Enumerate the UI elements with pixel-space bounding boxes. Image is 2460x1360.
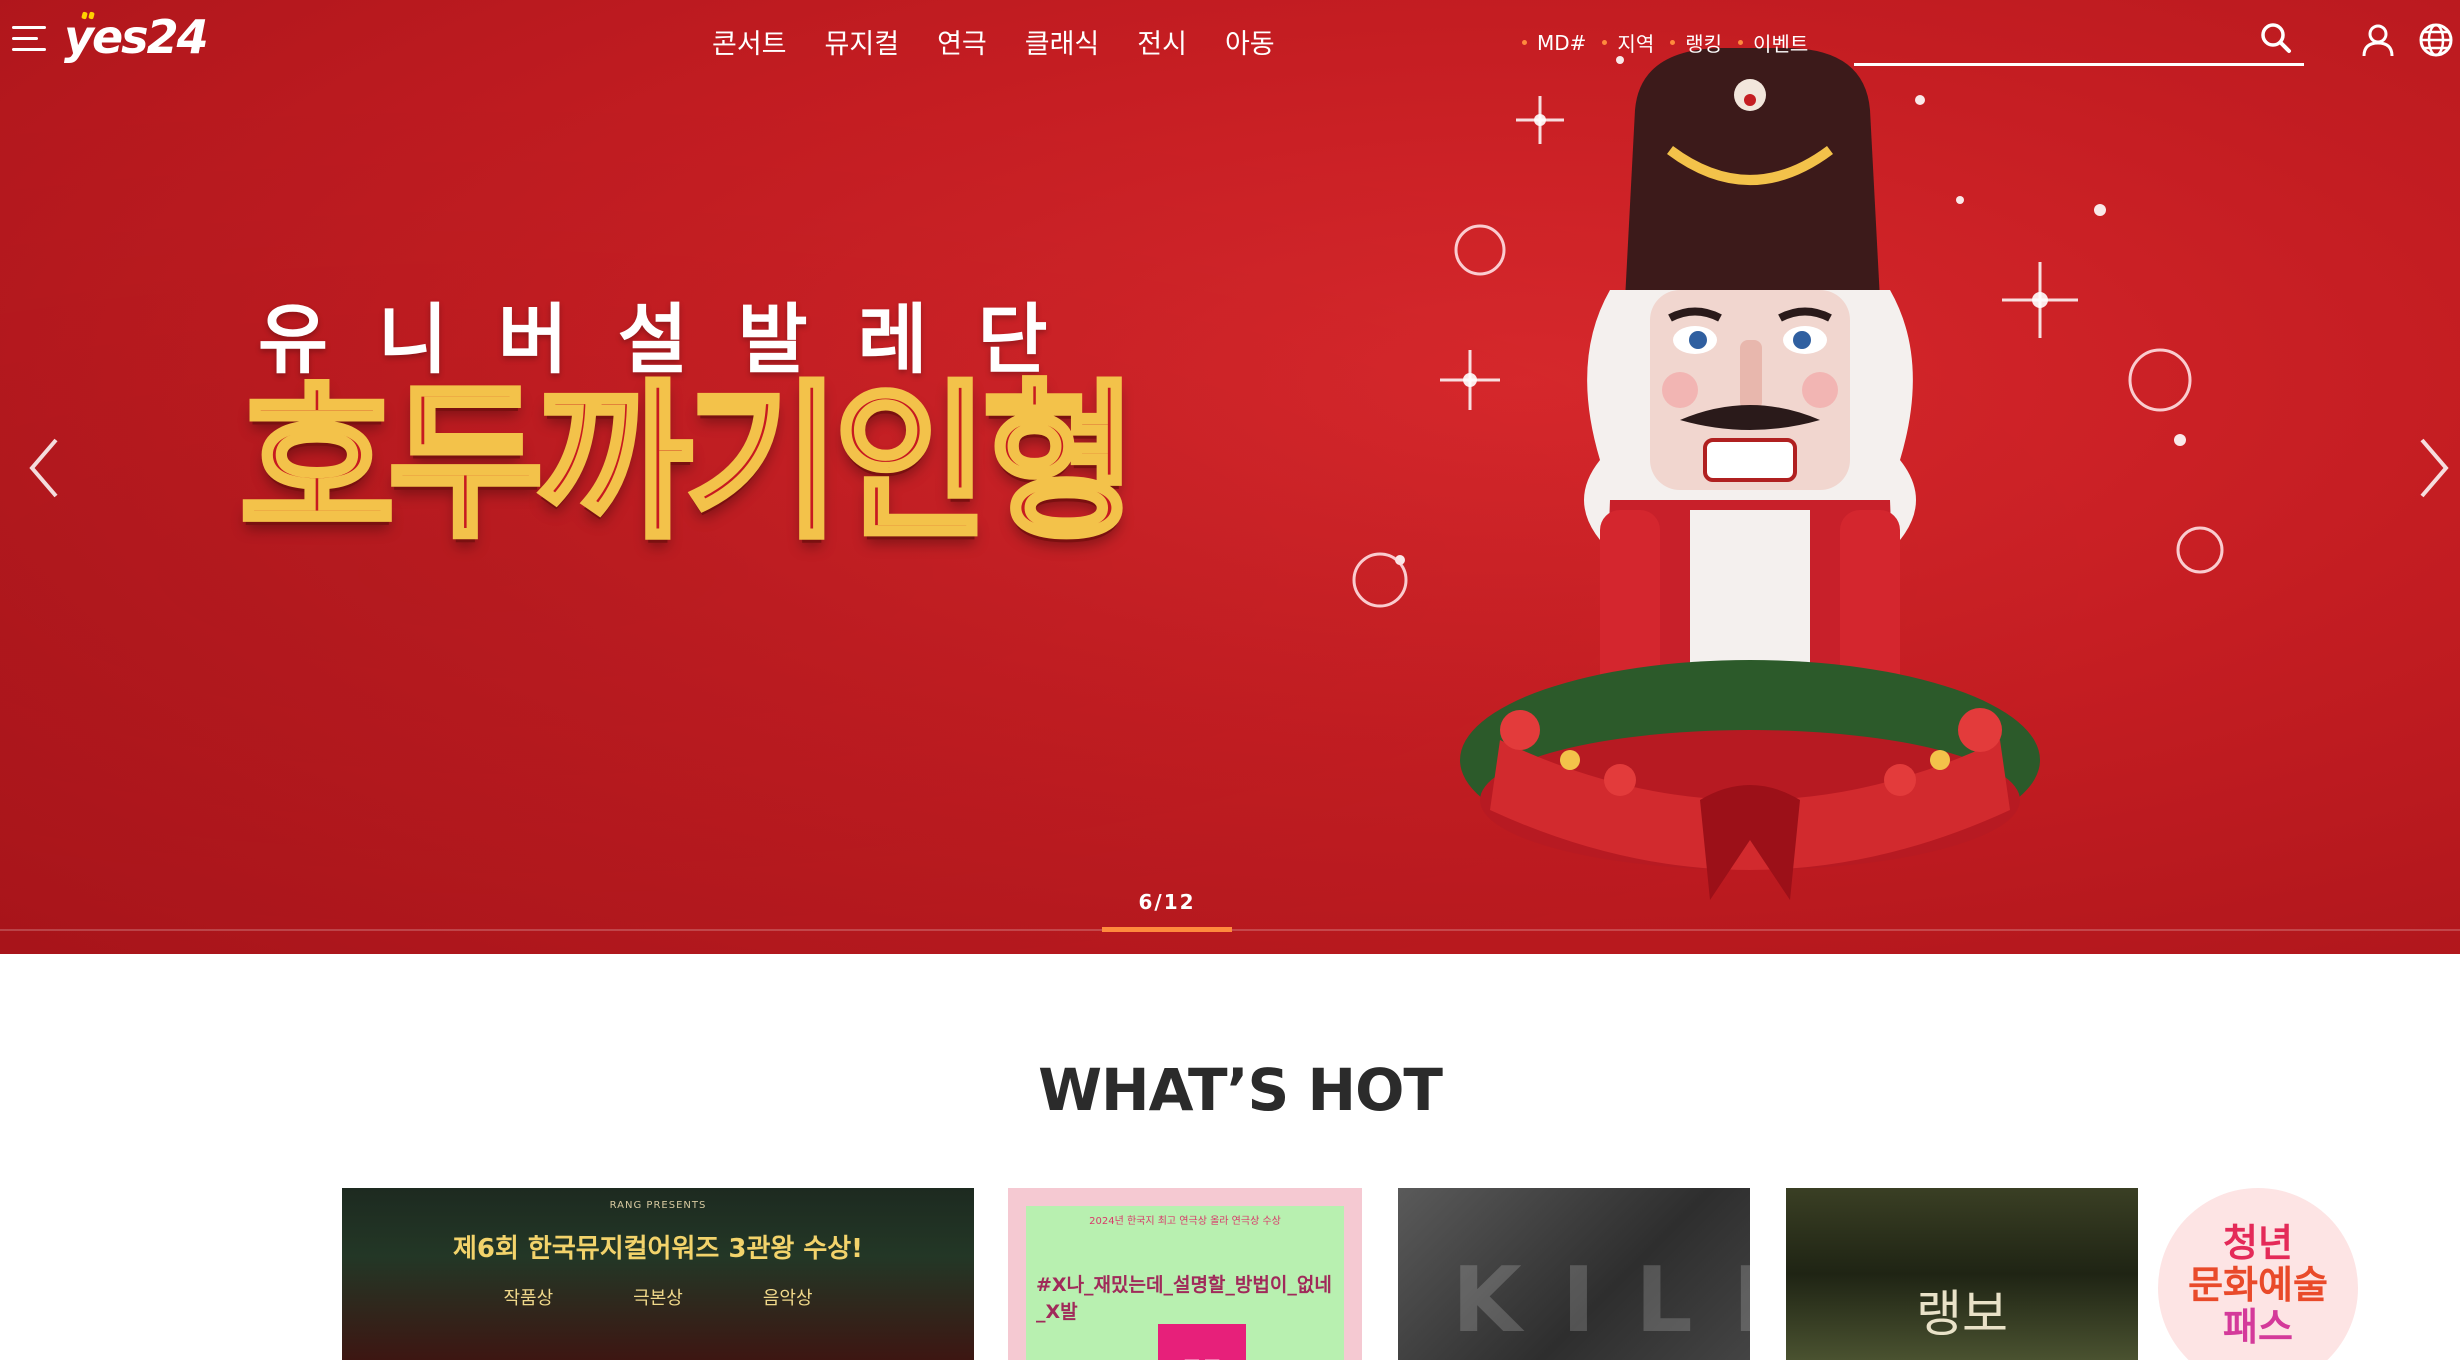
card-awards: 작품상 극본상 음악상 [342, 1284, 974, 1310]
card-presenter: RANG PRESENTS [609, 1200, 707, 1211]
award-label: 음악상 [762, 1288, 813, 1309]
award-label: 작품상 [503, 1288, 554, 1309]
search-input[interactable] [1854, 20, 2234, 60]
hot-card[interactable]: 랭보 [1786, 1188, 2138, 1360]
card-poster: 2024년 한국지 최고 연극상 올라 연극상 수상 #X나_재밌는데_설명할_… [1026, 1206, 1344, 1360]
next-slide-arrow-icon[interactable] [2414, 428, 2454, 508]
pass-line: 패스 [2223, 1305, 2293, 1349]
pass-text: 청년 문화예술 패스 [2158, 1222, 2358, 1348]
subnav-item-ranking[interactable]: 랭킹 [1670, 28, 1722, 57]
section-title: WHAT’S HOT [1038, 1056, 1443, 1124]
menu-icon[interactable] [12, 26, 46, 52]
banner-title: 호두까기인형 [237, 363, 1140, 561]
card-header: 2024년 한국지 최고 연극상 올라 연극상 수상 [1089, 1216, 1281, 1227]
sub-nav: MD# 지역 랭킹 이벤트 [1522, 28, 1808, 57]
nav-item-classic[interactable]: 클래식 [1025, 22, 1100, 61]
card-hashtag: #X나_재밌는데_설명할_방법이_없네_X발 [1036, 1274, 1332, 1323]
nav-item-play[interactable]: 연극 [937, 22, 987, 61]
search-icon[interactable] [2260, 22, 2292, 54]
nav-item-concert[interactable]: 콘서트 [712, 22, 787, 61]
globe-icon[interactable] [2418, 22, 2454, 58]
youth-culture-pass-badge[interactable]: 청년 문화예술 패스 [2158, 1188, 2358, 1360]
subnav-item-md[interactable]: MD# [1522, 31, 1586, 55]
user-icon[interactable] [2360, 22, 2396, 58]
pager-progress [1102, 927, 1232, 932]
subnav-item-event[interactable]: 이벤트 [1738, 28, 1808, 57]
subnav-item-region[interactable]: 지역 [1602, 28, 1654, 57]
slide-pager: 6/12 [1138, 890, 1196, 914]
nav-item-musical[interactable]: 뮤지컬 [825, 22, 900, 61]
hero-banner[interactable]: yes24 콘서트 뮤지컬 연극 클래식 전시 아동 MD# 지역 랭킹 이벤트… [0, 0, 2460, 954]
logo[interactable]: yes24 [64, 10, 209, 64]
award-label: 극본상 [633, 1288, 683, 1309]
search-box [1854, 14, 2304, 66]
nav-item-kids[interactable]: 아동 [1225, 22, 1275, 61]
hot-card[interactable]: KILL [1398, 1188, 1750, 1360]
hot-card[interactable]: 2024년 한국지 최고 연극상 올라 연극상 수상 #X나_재밌는데_설명할_… [1008, 1188, 1362, 1360]
nav-item-exhibition[interactable]: 전시 [1137, 22, 1187, 61]
prev-slide-arrow-icon[interactable] [24, 428, 64, 508]
hot-card[interactable]: RANG PRESENTS 제6회 한국뮤지컬어워즈 3관왕 수상! 작품상 극… [342, 1188, 974, 1360]
card-art-text: 랭보 [1916, 1285, 2008, 1343]
pass-line: 문화예술 [2188, 1263, 2328, 1307]
main-nav: 콘서트 뮤지컬 연극 클래식 전시 아동 [712, 22, 1275, 61]
pass-line: 청년 [2223, 1221, 2293, 1265]
card-badge: 토토 [1158, 1324, 1246, 1360]
card-headline: 제6회 한국뮤지컬어워즈 3관왕 수상! [452, 1234, 864, 1264]
card-art-text: KILL [1452, 1248, 1750, 1353]
nutcracker-illustration [1352, 48, 2224, 900]
